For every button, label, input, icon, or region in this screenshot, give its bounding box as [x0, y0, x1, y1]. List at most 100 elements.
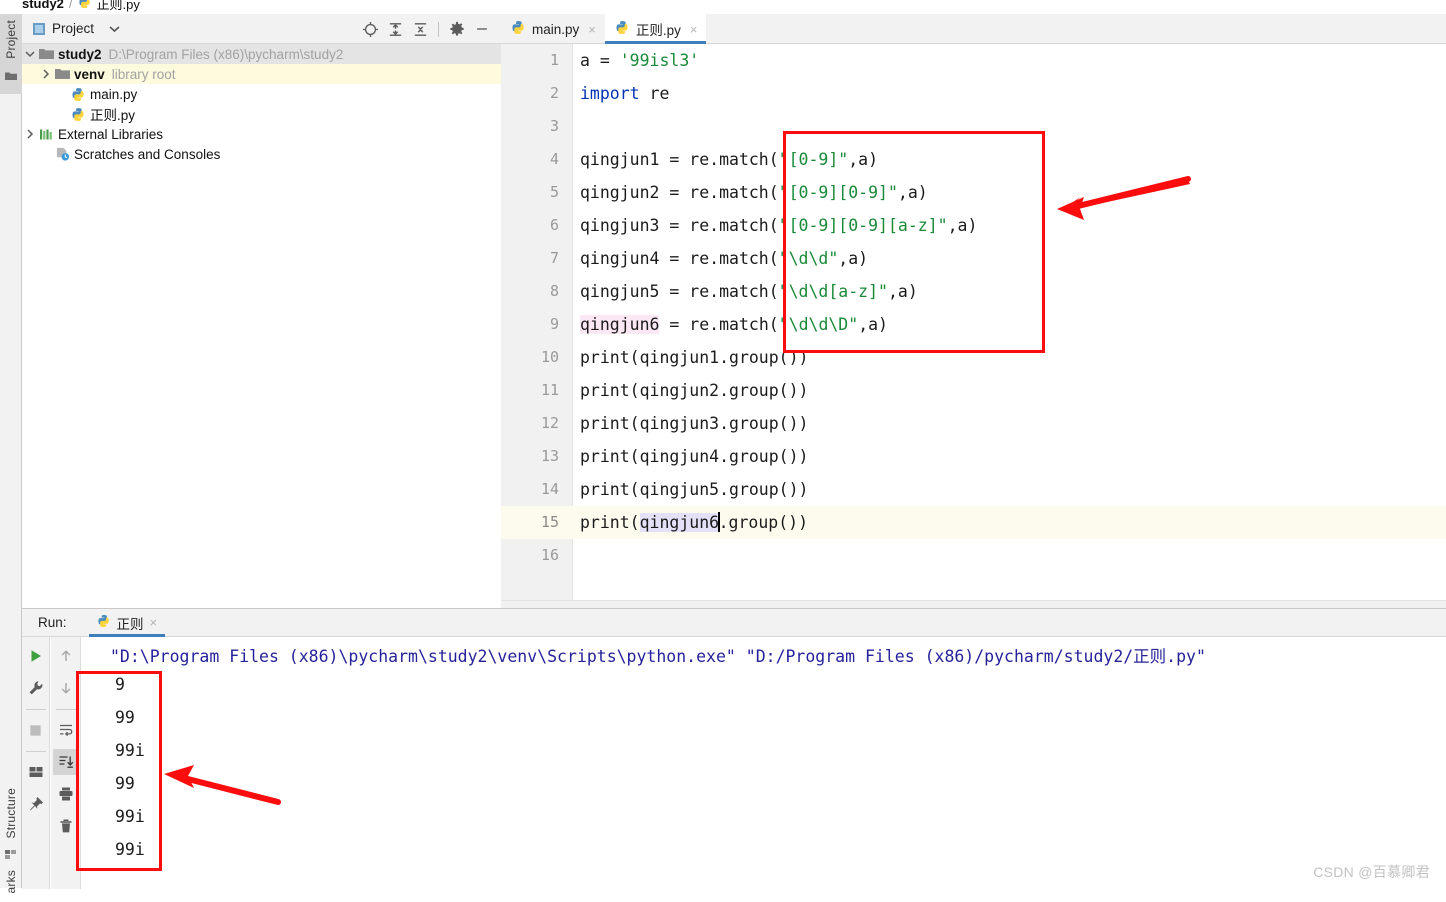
console-output-line: 99i: [115, 741, 145, 760]
expand-all-icon[interactable]: [384, 18, 406, 40]
console-output-line: 9: [115, 675, 125, 694]
code-line[interactable]: 8 qingjun5 = re.match("\d\d[a-z]",a): [501, 275, 1446, 308]
run-tool-window: Run: 正则 × "D:\Program Files (x86)\pychar…: [22, 608, 1446, 889]
collapse-all-icon[interactable]: [409, 18, 431, 40]
breadcrumb-file[interactable]: 正则.py: [97, 0, 140, 13]
code-line[interactable]: 11 print(qingjun2.group()): [501, 374, 1446, 407]
scroll-to-end-icon[interactable]: [52, 749, 79, 775]
code-token: print(qingjun4.group()): [580, 447, 809, 466]
tree-node-py[interactable]: 正则.py: [22, 104, 501, 124]
tree-node-label: Scratches and Consoles: [74, 146, 221, 162]
arrow-up-icon[interactable]: [53, 643, 79, 669]
code-line[interactable]: 2 import re: [501, 77, 1446, 110]
close-icon[interactable]: ×: [150, 615, 158, 630]
code-token: qingjun5 = re.match(: [580, 282, 779, 301]
tree-node-study2[interactable]: study2 D:\Program Files (x86)\pycharm\stu…: [22, 44, 501, 64]
line-number: 16: [540, 546, 559, 564]
line-number: 13: [540, 447, 559, 465]
layout-icon[interactable]: [23, 759, 49, 785]
rail-structure-label: Structure: [4, 788, 18, 839]
code-line[interactable]: 12 print(qingjun3.group()): [501, 407, 1446, 440]
code-line[interactable]: 15 print(qingjun6.group()): [501, 506, 1446, 539]
project-panel-header: Project: [22, 14, 501, 44]
code-line[interactable]: 3: [501, 110, 1446, 143]
editor-tab-main-py[interactable]: main.py ×: [501, 14, 605, 44]
editor-code-area[interactable]: 1 a = '99isl3' 2 import re 3 4 qingjun1 = re.m…: [501, 44, 1446, 608]
chevron-right-icon[interactable]: [22, 129, 38, 139]
tree-node-scratches-and-consoles[interactable]: Scratches and Consoles: [22, 144, 501, 164]
code-line[interactable]: 7 qingjun4 = re.match("\d\d",a): [501, 242, 1446, 275]
line-number: 12: [540, 414, 559, 432]
python-file-icon: [97, 614, 111, 631]
project-tool-window: Project study2 D:\Program Files (x86)\py…: [22, 14, 501, 608]
locate-icon[interactable]: [359, 18, 381, 40]
code-line-text: print(qingjun5.group()): [573, 473, 808, 506]
code-token: qingjun2 = re.match(: [580, 183, 779, 202]
run-tab[interactable]: 正则 ×: [88, 609, 166, 637]
toolbar-divider: [25, 709, 46, 710]
trash-icon[interactable]: [53, 813, 79, 839]
stop-icon[interactable]: [23, 717, 49, 743]
rerun-icon[interactable]: [23, 643, 49, 669]
code-editor[interactable]: 1 a = '99isl3' 2 import re 3 4 qingjun1 = re.m…: [501, 44, 1446, 608]
soft-wrap-icon[interactable]: [53, 717, 79, 743]
library-icon: [38, 128, 55, 141]
folder-icon: [38, 48, 55, 60]
code-line[interactable]: 14 print(qingjun5.group()): [501, 473, 1446, 506]
close-icon[interactable]: ×: [588, 22, 596, 37]
code-token: print(qingjun5.group()): [580, 480, 809, 499]
gear-icon[interactable]: [446, 18, 468, 40]
code-line[interactable]: 13 print(qingjun4.group()): [501, 440, 1446, 473]
code-line[interactable]: 16: [501, 539, 1446, 572]
line-number: 5: [549, 183, 559, 201]
chevron-down-icon[interactable]: [109, 21, 120, 36]
project-tree[interactable]: study2 D:\Program Files (x86)\pycharm\stu…: [22, 44, 501, 608]
pin-icon[interactable]: [23, 791, 49, 817]
rail-button-structure[interactable]: Structure: [0, 786, 22, 866]
line-number: 14: [540, 480, 559, 498]
code-token: ,a): [887, 282, 918, 301]
tree-node-label: 正则.py: [90, 108, 136, 123]
breadcrumb-project[interactable]: study2: [22, 0, 64, 11]
editor-tab-py[interactable]: 正则.py ×: [604, 14, 707, 44]
line-number: 7: [549, 249, 559, 267]
code-line[interactable]: 10 print(qingjun1.group()): [501, 341, 1446, 374]
code-line[interactable]: 1 a = '99isl3': [501, 44, 1446, 77]
code-token: a =: [580, 51, 620, 70]
code-line-text: import re: [573, 77, 669, 110]
line-number: 15: [540, 513, 559, 531]
code-line[interactable]: 4 qingjun1 = re.match("[0-9]",a): [501, 143, 1446, 176]
chevron-right-icon[interactable]: [38, 69, 54, 79]
scratches-icon: [54, 147, 71, 161]
code-line[interactable]: 6 qingjun3 = re.match("[0-9][0-9][a-z]",a…: [501, 209, 1446, 242]
editor-bottom-strip: [501, 600, 1446, 608]
code-token: ,a): [897, 183, 928, 202]
line-number: 3: [549, 117, 559, 135]
code-token: .group()): [718, 513, 808, 532]
code-token: qingjun4 = re.match(: [580, 249, 779, 268]
line-number: 6: [549, 216, 559, 234]
print-icon[interactable]: [53, 781, 79, 807]
rail-button-bookmarks[interactable]: arks: [0, 870, 22, 902]
tree-node-main-py[interactable]: main.py: [22, 84, 501, 104]
chevron-down-icon[interactable]: [22, 50, 38, 58]
tree-node-venv[interactable]: venv library root: [22, 64, 501, 84]
close-icon[interactable]: ×: [690, 22, 698, 37]
run-console[interactable]: "D:\Program Files (x86)\pycharm\study2\v…: [82, 637, 1446, 889]
code-token: qingjun6: [639, 513, 720, 532]
code-token: re: [639, 84, 670, 103]
code-line[interactable]: 9 qingjun6 = re.match("\d\d\D",a): [501, 308, 1446, 341]
run-toolbar-primary[interactable]: [22, 637, 50, 889]
code-line[interactable]: 5 qingjun2 = re.match("[0-9][0-9]",a): [501, 176, 1446, 209]
minimize-icon[interactable]: [471, 18, 493, 40]
rail-button-project[interactable]: Project: [0, 14, 22, 94]
code-token: '99isl3': [619, 51, 700, 70]
arrow-down-icon[interactable]: [53, 675, 79, 701]
code-token: print(qingjun2.group()): [580, 381, 809, 400]
line-number: 8: [549, 282, 559, 300]
tree-node-external-libraries[interactable]: External Libraries: [22, 124, 501, 144]
run-tab-label: 正则: [116, 616, 144, 632]
code-token: print(qingjun3.group()): [580, 414, 809, 433]
run-toolbar-secondary[interactable]: [51, 637, 81, 889]
wrench-icon[interactable]: [23, 675, 49, 701]
